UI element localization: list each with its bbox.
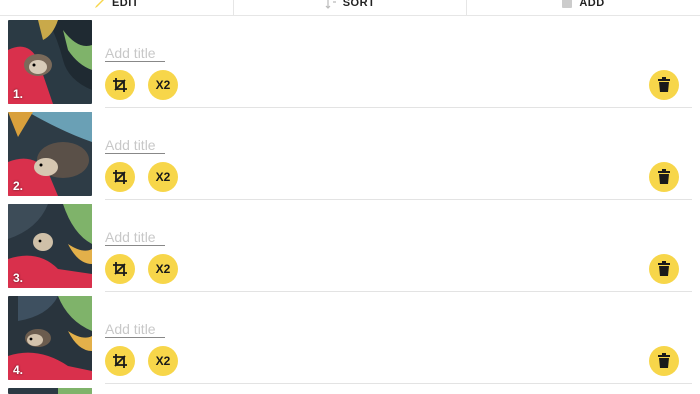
photo-thumbnail[interactable]: 1. (8, 20, 92, 104)
item-number: 1. (13, 87, 24, 101)
tab-edit-label: EDIT (111, 0, 140, 9)
photo-thumbnail[interactable]: 4. (8, 296, 92, 380)
title-input[interactable] (105, 228, 165, 246)
photo-thumbnail[interactable]: 2. (8, 112, 92, 196)
list-item: 3. X2 (0, 200, 700, 292)
top-toolbar: EDIT SORT ADD (0, 0, 700, 16)
title-input[interactable] (105, 320, 165, 338)
trash-icon (658, 353, 670, 368)
crop-icon (113, 262, 127, 276)
add-image-icon (562, 0, 573, 8)
list-item: 1. X2 (0, 16, 700, 108)
item-number: 4. (13, 363, 24, 377)
x2-button[interactable]: X2 (148, 254, 178, 284)
item-number: 3. (13, 271, 24, 285)
tab-add[interactable]: ADD (466, 0, 699, 16)
crop-button[interactable] (105, 254, 135, 284)
crop-icon (113, 78, 127, 92)
trash-icon (658, 169, 670, 184)
tab-sort-label: SORT (342, 0, 376, 9)
tab-sort[interactable]: SORT (233, 0, 466, 16)
tab-edit[interactable]: EDIT (0, 0, 233, 16)
crop-button[interactable] (105, 162, 135, 192)
x2-button[interactable]: X2 (148, 162, 178, 192)
x2-button[interactable]: X2 (148, 70, 178, 100)
trash-icon (658, 77, 670, 92)
pencil-icon (94, 0, 104, 8)
sort-icon (325, 0, 336, 9)
x2-button[interactable]: X2 (148, 346, 178, 376)
title-input[interactable] (105, 44, 165, 62)
list-item: 4. X2 (0, 292, 700, 384)
item-number: 2. (13, 179, 24, 193)
list-item (0, 384, 700, 394)
title-input[interactable] (105, 136, 165, 154)
trash-icon (658, 261, 670, 276)
list-item: 2. X2 (0, 108, 700, 200)
delete-button[interactable] (649, 162, 679, 192)
crop-button[interactable] (105, 70, 135, 100)
photo-thumbnail[interactable]: 3. (8, 204, 92, 288)
delete-button[interactable] (649, 254, 679, 284)
delete-button[interactable] (649, 70, 679, 100)
delete-button[interactable] (649, 346, 679, 376)
tab-add-label: ADD (579, 0, 605, 9)
photo-thumbnail[interactable] (8, 388, 92, 394)
crop-icon (113, 354, 127, 368)
crop-button[interactable] (105, 346, 135, 376)
crop-icon (113, 170, 127, 184)
